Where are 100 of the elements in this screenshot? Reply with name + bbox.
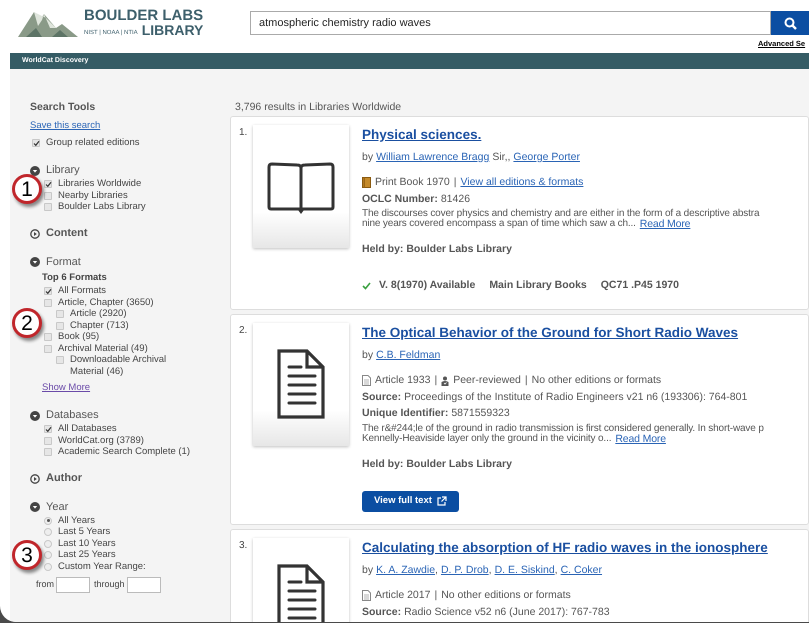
- option-label: Downloadable Archival Material (46): [70, 354, 168, 378]
- year-input-field[interactable]: [126, 576, 161, 593]
- view-full-text-button[interactable]: View full text: [362, 490, 459, 512]
- sidebar-title: Search Tools: [30, 100, 96, 115]
- result-number: 3.: [239, 538, 248, 553]
- check-icon: [362, 282, 371, 290]
- read-more-link[interactable]: Read More: [615, 434, 666, 444]
- separator: |: [454, 174, 456, 190]
- author-link[interactable]: C.B. Feldman: [376, 348, 440, 364]
- by-label: by: [362, 150, 374, 165]
- results-summary: 3,796 results in Libraries Worldwide: [234, 100, 402, 115]
- description-text: The discourses cover physics and chemistry and are either in the form of a descriptive abstra: [362, 209, 760, 220]
- facet-heading[interactable]: Author: [46, 470, 82, 487]
- facet-heading[interactable]: Library: [46, 162, 80, 179]
- author-separator: Sir,,: [492, 150, 510, 165]
- field-label: Source:: [362, 390, 402, 404]
- checkbox[interactable]: [44, 425, 52, 434]
- radio-button[interactable]: [44, 540, 52, 548]
- field-value: Proceedings of the Institute of Radio Engineers v21 n6 (193306): 764-801: [404, 390, 748, 404]
- description-text: The r&#244;le of the ground in radio transmission is first considered generally. In short-wave p: [362, 424, 764, 434]
- checkbox[interactable]: [32, 139, 40, 148]
- option-label: Boulder Labs Library: [58, 201, 146, 214]
- reviewer-icon: [441, 376, 450, 386]
- author-link[interactable]: William Lawrence Bragg: [376, 150, 490, 166]
- option-label: Article, Chapter (3650): [58, 296, 154, 308]
- check-icon: [44, 180, 52, 188]
- option-label: Group related editions: [46, 136, 140, 150]
- collapse-icon[interactable]: [30, 502, 40, 512]
- separator: |: [524, 372, 528, 388]
- location-text: Main Library Books: [489, 278, 587, 293]
- author-separator: ,: [435, 563, 438, 578]
- search-field[interactable]: atmospheric chemistry radio waves: [250, 11, 771, 35]
- checkbox[interactable]: [44, 180, 52, 188]
- field-label: Unique Identifier:: [362, 406, 448, 422]
- facet-heading[interactable]: Format: [46, 254, 81, 270]
- facet-heading[interactable]: Year: [46, 498, 68, 516]
- separator: |: [434, 588, 438, 603]
- author-link[interactable]: K. A. Zawdie: [376, 563, 436, 579]
- facet-subtitle: Top 6 Formats: [42, 271, 108, 286]
- option-label: Last 25 Years: [58, 549, 116, 562]
- format-info: Article 1933: [375, 372, 430, 388]
- editions-link[interactable]: View all editions & formats: [460, 174, 584, 190]
- held-by-text: Held by: Boulder Labs Library: [362, 242, 512, 258]
- option-label: Book (95): [58, 331, 100, 343]
- facet-heading[interactable]: Databases: [46, 407, 99, 424]
- expand-icon[interactable]: [30, 474, 40, 484]
- collapse-icon[interactable]: [30, 257, 40, 267]
- field-value: Radio Science v52 n6 (June 2017): 767-783: [404, 604, 610, 620]
- save-search-link[interactable]: Save this search: [30, 118, 100, 133]
- checkbox[interactable]: [44, 287, 52, 295]
- by-label: by: [362, 348, 374, 363]
- radio-button[interactable]: [44, 528, 52, 536]
- range-label: through: [94, 578, 125, 591]
- radio-button[interactable]: [44, 516, 52, 525]
- option-label: All Formats: [58, 285, 106, 297]
- field-label: Source:: [362, 604, 402, 620]
- format-info: Article 2017: [375, 588, 430, 603]
- document-icon: [277, 564, 325, 622]
- author-separator: ,: [554, 563, 558, 578]
- author-link[interactable]: C. Coker: [560, 563, 602, 579]
- option-label: All Databases: [58, 423, 117, 436]
- range-label: from: [36, 578, 54, 591]
- external-link-icon: [436, 496, 447, 506]
- description-text: Kennelly-Heaviside layer only the ground in the vicinity o...: [362, 434, 612, 444]
- option-label: Archival Material (49): [58, 342, 148, 354]
- option-label: All Years: [58, 514, 95, 527]
- show-more-link[interactable]: Show More: [42, 381, 90, 396]
- radio-button[interactable]: [44, 551, 52, 560]
- option-label: Article (2920): [70, 308, 126, 320]
- field-value: 81426: [440, 192, 470, 206]
- collapse-icon[interactable]: [30, 410, 40, 420]
- check-icon: [44, 426, 52, 433]
- radio-button[interactable]: [44, 562, 52, 571]
- format-info: Print Book 1970: [375, 174, 450, 190]
- author-link[interactable]: D. E. Siskind: [494, 563, 555, 579]
- check-icon: [44, 288, 52, 294]
- format-info: No other editions or formats: [532, 372, 662, 388]
- read-more-link[interactable]: Read More: [640, 219, 690, 230]
- logo-subtitle: LIBRARY: [142, 22, 204, 36]
- logo-title: BOULDER LABS: [84, 8, 204, 22]
- collapse-icon[interactable]: [30, 166, 40, 176]
- check-icon: [32, 140, 40, 147]
- year-input-field[interactable]: [56, 576, 90, 593]
- facet-heading[interactable]: Content: [46, 225, 88, 242]
- result-title-link[interactable]: The Optical Behavior of the Ground for Short Radio Waves: [362, 322, 738, 343]
- expand-icon[interactable]: [30, 228, 40, 238]
- option-label: Custom Year Range:: [58, 560, 146, 573]
- author-link[interactable]: George Porter: [513, 150, 580, 166]
- result-title-link[interactable]: Calculating the absorption of HF radio waves in the ionosphere: [362, 538, 768, 558]
- option-label: Libraries Worldwide: [58, 178, 142, 190]
- option-label: Nearby Libraries: [58, 190, 128, 202]
- field-label: OCLC Number:: [362, 192, 438, 206]
- result-title-link[interactable]: Physical sciences.: [362, 124, 482, 145]
- option-label: Last 10 Years: [58, 538, 116, 550]
- author-link[interactable]: D. P. Drob: [440, 563, 489, 579]
- separator: |: [434, 372, 438, 388]
- held-by-text: Held by: Boulder Labs Library: [362, 457, 512, 472]
- search-button[interactable]: [771, 11, 809, 35]
- search-icon: [784, 16, 796, 30]
- result-number: 2.: [239, 324, 248, 338]
